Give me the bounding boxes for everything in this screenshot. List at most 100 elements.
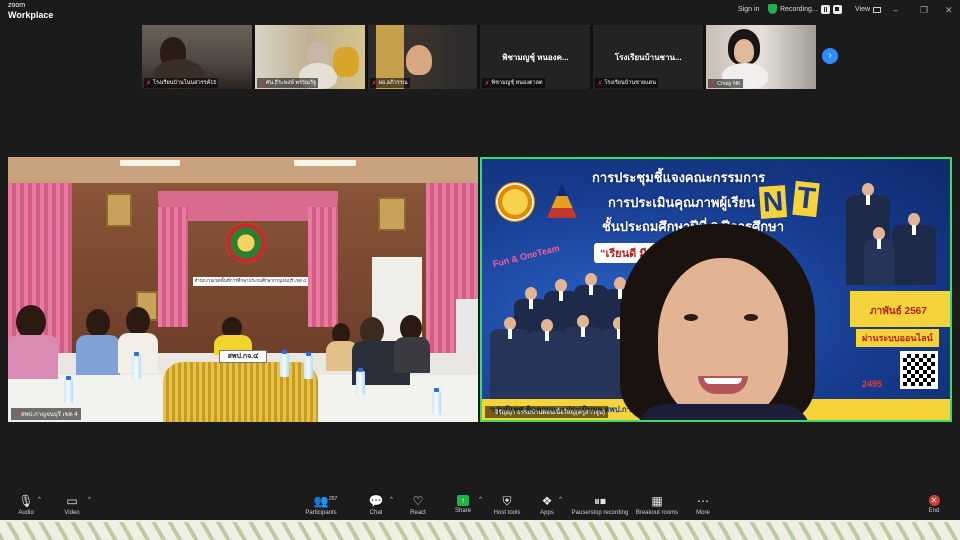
curtain-center-right bbox=[308, 207, 338, 327]
pause-stop-recording-button[interactable]: ⏸⏹ Pause/stop recording bbox=[568, 495, 632, 516]
mic-off-icon: ✗ bbox=[258, 80, 264, 87]
speaker-face bbox=[658, 258, 788, 420]
next-page-icon[interactable]: › bbox=[822, 48, 838, 64]
participants-count: 267 bbox=[329, 496, 338, 502]
view-label: View bbox=[855, 6, 871, 13]
participant-name: Chuty NK bbox=[717, 80, 741, 87]
participant-tile[interactable]: ✗ ผอ.อภิวรรณ bbox=[367, 25, 478, 89]
air-conditioner bbox=[456, 299, 478, 353]
suit-person bbox=[864, 227, 894, 285]
person-body bbox=[76, 335, 120, 375]
minimize-icon[interactable]: – bbox=[893, 5, 898, 15]
video-label: Video bbox=[64, 510, 80, 516]
ceiling-light bbox=[120, 160, 180, 166]
title-bar: zoom Workplace Sign in Recording... View… bbox=[0, 0, 960, 22]
participant-name-tag: ✗ ผอ.อภิวรรณ bbox=[369, 78, 410, 88]
mic-off-icon: ✗ bbox=[146, 80, 152, 87]
water-bottle bbox=[356, 368, 365, 395]
audio-options-chevron-icon[interactable]: ^ bbox=[38, 497, 41, 503]
shield-icon bbox=[768, 4, 777, 14]
participants-button[interactable]: 👥 267 Participants bbox=[295, 495, 347, 516]
video-options-chevron-icon[interactable]: ^ bbox=[88, 497, 91, 503]
nt-logo: N T bbox=[758, 180, 830, 222]
participant-tile[interactable]: ✗ โรงเรียนบ้านโนนสวรรค์15 bbox=[142, 25, 252, 89]
restore-icon[interactable]: ❐ bbox=[920, 5, 928, 16]
mouth bbox=[698, 376, 748, 394]
recording-indicator: Recording... bbox=[768, 4, 842, 14]
audio-button[interactable]: 🎙 Audio ^ bbox=[0, 495, 52, 516]
apps-button[interactable]: ❖ Apps ^ bbox=[521, 495, 573, 516]
participant-strip: ✗ โรงเรียนบ้านโนนสวรรค์15 ✗ ศน.ธีระพงษ์ พร… bbox=[142, 25, 816, 89]
pause-recording-icon[interactable] bbox=[820, 4, 830, 14]
slide-date: ภาพันธ์ 2567 bbox=[870, 306, 927, 317]
sign-in-link[interactable]: Sign in bbox=[738, 6, 759, 13]
slide-title-2: การประเมินคุณภาพผู้เรียน bbox=[608, 195, 756, 210]
slide-online: ผ่านระบบออนไลน์ bbox=[856, 329, 939, 347]
video-left-room[interactable]: สำนักงานเขตพื้นที่การศึกษาประถมศึกษากาญจ… bbox=[8, 157, 478, 422]
recording-label: Recording... bbox=[780, 5, 818, 13]
breakout-grid-icon: ▦ bbox=[651, 494, 663, 508]
person-head bbox=[86, 309, 110, 337]
mic-off-icon: ✗ bbox=[371, 80, 377, 87]
participant-tile[interactable]: โรงเรียนบ้านชาน... ✗ โรงเรียนบ้านชายแดน bbox=[593, 25, 704, 89]
participant-name: โรงเรียนบ้านโนนสวรรค์15 bbox=[153, 80, 217, 86]
presentation-slide: การประชุมชี้แจงคณะกรรมการ การประเมินคุณภ… bbox=[482, 159, 950, 420]
share-arrow-icon: ↑ bbox=[457, 495, 469, 506]
zoom-window: zoom Workplace Sign in Recording... View… bbox=[0, 0, 960, 540]
brand-line2: Workplace bbox=[8, 10, 54, 20]
pause-stop-icon: ⏸⏹ bbox=[593, 494, 606, 508]
participant-name-tag: ✗ พิชามญชุ์ หนองตาลต bbox=[482, 78, 545, 88]
qr-code-icon bbox=[900, 351, 938, 389]
curtain-center-left bbox=[158, 207, 188, 327]
mic-off-icon: ✗ bbox=[710, 81, 716, 87]
view-button[interactable]: View bbox=[855, 6, 882, 13]
eye bbox=[744, 314, 758, 321]
end-label: End bbox=[928, 508, 940, 514]
participant-video bbox=[405, 45, 432, 75]
participant-tile[interactable]: ✗ ศน.ธีระพงษ์ พรรณรัฐ bbox=[254, 25, 365, 89]
ceiling bbox=[8, 157, 478, 183]
participant-name: ศน.ธีระพงษ์ พรรณรัฐ bbox=[265, 80, 316, 86]
stop-recording-icon[interactable] bbox=[832, 4, 842, 14]
date-banner: ภาพันธ์ 2567 bbox=[850, 291, 950, 327]
video-right-active-speaker[interactable]: การประชุมชี้แจงคณะกรรมการ การประเมินคุณภ… bbox=[480, 157, 952, 422]
zoom-logo: zoom Workplace bbox=[8, 2, 54, 20]
breakout-rooms-button[interactable]: ▦ Breakout rooms bbox=[631, 495, 683, 516]
more-button[interactable]: ⋯ More bbox=[677, 495, 729, 516]
brand-line1: zoom bbox=[8, 2, 26, 9]
nt-letter-t: T bbox=[792, 180, 821, 218]
apps-options-chevron-icon[interactable]: ^ bbox=[559, 497, 562, 503]
end-call-icon: ✕ bbox=[928, 495, 940, 506]
mic-off-icon: ✗ bbox=[597, 80, 603, 87]
video-participant-name: จิรัญญา ธรรมบ้านดอนเนื้อใหญ่(ครูสาวจูน) bbox=[495, 410, 605, 416]
decorative-border bbox=[0, 520, 960, 540]
participants-label: Participants bbox=[305, 510, 337, 516]
end-button[interactable]: ✕ End bbox=[908, 495, 960, 514]
decor bbox=[332, 47, 359, 77]
apps-icon: ❖ bbox=[541, 494, 553, 508]
video-name-tag: ✗ จิรัญญา ธรรมบ้านดอนเนื้อใหญ่(ครูสาวจูน) bbox=[485, 406, 608, 418]
emblem-icon bbox=[226, 223, 266, 263]
suit-person bbox=[564, 315, 602, 399]
participant-tile[interactable]: พิชามญชุ์ หนองค... ✗ พิชามญชุ์ หนองตาลต bbox=[480, 25, 591, 89]
office-sign: สำนักงานเขตพื้นที่การศึกษาประถมศึกษากาญจ… bbox=[193, 277, 308, 286]
apps-label: Apps bbox=[540, 510, 554, 516]
person-head bbox=[16, 305, 46, 339]
participant-display-name: พิชามญชุ์ หนองค... bbox=[502, 53, 569, 62]
participant-name: ผอ.อภิวรรณ bbox=[378, 80, 408, 86]
close-icon[interactable]: ✕ bbox=[945, 5, 953, 16]
video-participant-name: สพป.กาญจนบุรี เขต 4 bbox=[21, 412, 78, 418]
school-logo-icon bbox=[495, 182, 535, 222]
video-button[interactable]: ▭ Video ^ bbox=[46, 495, 98, 516]
person-head bbox=[126, 307, 150, 335]
video-name-tag: ✗ สพป.กาญจนบุรี เขต 4 bbox=[11, 408, 81, 420]
participant-name: พิชามญชุ์ หนองตาลต bbox=[491, 80, 543, 86]
mic-off-icon: ✗ bbox=[488, 409, 494, 416]
golden-decoration bbox=[163, 362, 318, 422]
water-bottle bbox=[280, 350, 289, 377]
view-grid-icon bbox=[873, 6, 882, 13]
person-body bbox=[8, 335, 58, 379]
nt-letter-n: N bbox=[758, 185, 788, 219]
participant-tile[interactable]: ✗ Chuty NK bbox=[706, 25, 816, 89]
participant-name-tag: ✗ Chuty NK bbox=[708, 79, 743, 88]
